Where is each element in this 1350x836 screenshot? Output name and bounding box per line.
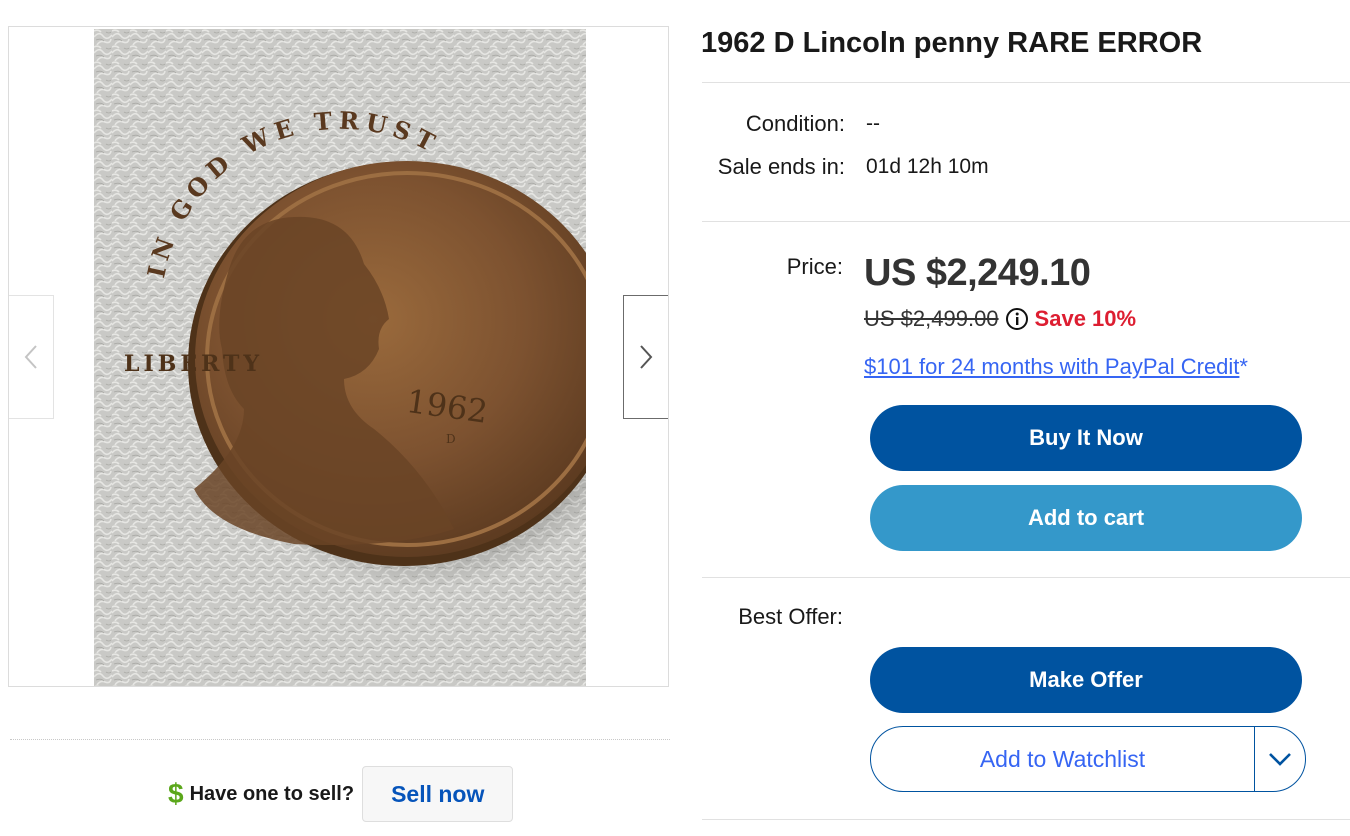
details-divider [702, 221, 1350, 222]
sell-now-button[interactable]: Sell now [362, 766, 514, 822]
chevron-left-icon [24, 345, 37, 369]
chevron-right-icon [640, 345, 653, 369]
dollar-icon: $ [168, 778, 184, 809]
paypal-credit-link[interactable]: $101 for 24 months with PayPal Credit [864, 354, 1239, 379]
sale-ends-value: 01d 12h 10m [866, 155, 989, 178]
coin-mint-mark: D [446, 432, 456, 446]
best-offer-label: Best Offer: [738, 604, 843, 629]
next-image-button[interactable] [623, 295, 668, 419]
sale-ends-label: Sale ends in: [717, 154, 845, 179]
watchlist-dropdown-button[interactable] [1255, 727, 1305, 791]
listing-title: 1962 D Lincoln penny RARE ERROR [701, 27, 1203, 59]
condition-label: Condition: [745, 111, 845, 136]
buy-it-now-button[interactable]: Buy It Now [870, 405, 1302, 471]
financing-footnote-mark: * [1239, 354, 1248, 379]
sell-question: Have one to sell? [189, 782, 355, 805]
original-price: US $2,499.00 [864, 306, 999, 331]
watchlist-button-group: Add to Watchlist [870, 726, 1306, 792]
add-to-watchlist-button[interactable]: Add to Watchlist [871, 727, 1254, 791]
price-value: US $2,249.10 [864, 252, 1091, 294]
make-offer-button[interactable]: Make Offer [870, 647, 1302, 713]
bottom-divider [702, 819, 1350, 820]
offer-divider [702, 577, 1350, 578]
sell-prompt: $ Have one to sell? Sell now [168, 766, 514, 822]
info-icon[interactable] [1005, 307, 1029, 331]
price-discount-row: US $2,499.00 Save 10% [864, 306, 1136, 332]
price-label: Price: [786, 254, 843, 279]
financing-row: $101 for 24 months with PayPal Credit* [864, 354, 1248, 380]
title-divider [702, 82, 1350, 83]
add-to-cart-button[interactable]: Add to cart [870, 485, 1302, 551]
condition-value: -- [866, 112, 880, 135]
sell-divider [10, 739, 670, 740]
coin-liberty: LIBERTY [124, 351, 263, 377]
listing-photo[interactable]: IN GOD WE TRUST LIBERTY 1962 D [94, 29, 586, 686]
save-percentage: Save 10% [1034, 306, 1137, 331]
chevron-down-icon [1269, 753, 1291, 766]
image-gallery: IN GOD WE TRUST LIBERTY 1962 D [8, 26, 669, 687]
prev-image-button[interactable] [9, 295, 54, 419]
